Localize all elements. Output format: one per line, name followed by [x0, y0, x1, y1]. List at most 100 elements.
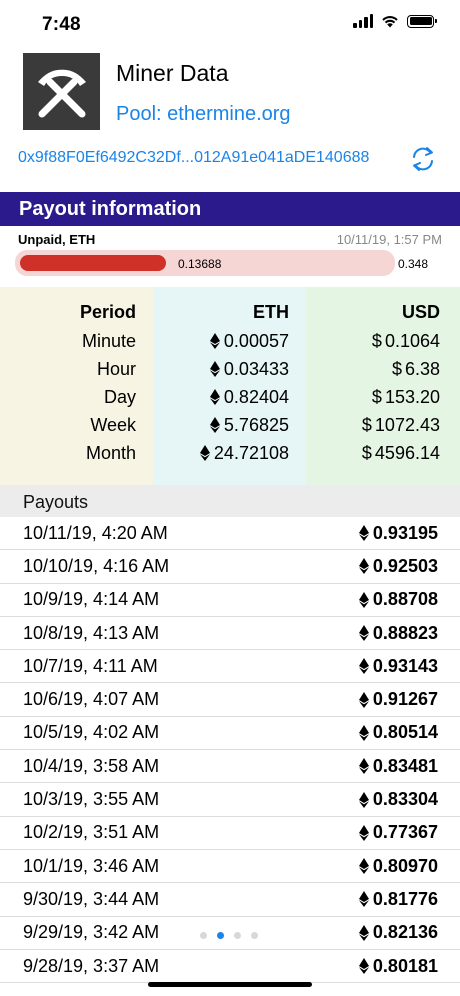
status-icons — [353, 14, 437, 28]
eth-icon — [358, 958, 369, 974]
eth-icon — [358, 691, 369, 708]
payout-amount: 0.77367 — [358, 822, 438, 843]
eth-cell: 0.82404 — [153, 383, 306, 411]
app-title: Miner Data — [116, 60, 229, 86]
payout-amount-value: 0.80514 — [372, 722, 438, 743]
dollar-icon: $ — [371, 330, 382, 351]
eth-cell: 5.76825 — [153, 411, 306, 439]
page-indicator[interactable] — [200, 932, 258, 939]
eth-icon — [358, 525, 369, 542]
earnings-table: Period Minute Hour Day Week Month ETH 0.… — [0, 287, 460, 485]
period-header: Period — [79, 301, 136, 322]
payout-info-header: Payout information — [0, 192, 460, 226]
eth-column: ETH 0.00057 0.03433 0.82404 5.76825 24.7… — [153, 287, 306, 485]
period-cell: Minute — [81, 330, 136, 351]
usd-header: USD — [401, 301, 440, 322]
unpaid-current: 0.13688 — [178, 257, 222, 271]
payouts-list[interactable]: 10/11/19, 4:20 AM 0.93195 10/10/19, 4:16 A… — [0, 517, 460, 984]
payout-date: 10/5/19, 4:02 AM — [23, 722, 160, 743]
usd-value: 6.38 — [404, 358, 440, 379]
usd-cell: $1072.43 — [306, 411, 460, 439]
dollar-icon: $ — [371, 386, 382, 407]
payout-row[interactable]: 10/6/19, 4:07 AM 0.91267 — [0, 683, 460, 717]
payout-row[interactable]: 10/11/19, 4:20 AM 0.93195 — [0, 517, 460, 551]
page-dot[interactable] — [234, 932, 241, 939]
payout-amount: 0.88823 — [358, 622, 438, 644]
payout-threshold: 0.348 — [398, 257, 429, 271]
eth-icon — [358, 824, 369, 841]
payout-row[interactable]: 10/5/19, 4:02 AM 0.80514 — [0, 717, 460, 751]
payout-amount-value: 0.88708 — [372, 589, 438, 610]
payout-row[interactable]: 10/1/19, 3:46 AM 0.80970 — [0, 850, 460, 884]
payout-amount: 0.93195 — [358, 522, 438, 544]
eth-icon — [209, 417, 220, 433]
payout-row[interactable]: 10/4/19, 3:58 AM 0.83481 — [0, 750, 460, 784]
unpaid-label: Unpaid, ETH — [18, 232, 96, 247]
payout-amount-value: 0.88823 — [372, 622, 438, 643]
payout-amount: 0.92503 — [358, 555, 438, 577]
payout-amount: 0.91267 — [358, 689, 438, 710]
payout-row[interactable]: 10/8/19, 4:13 AM 0.88823 — [0, 617, 460, 651]
payout-row[interactable]: 10/7/19, 4:11 AM 0.93143 — [0, 650, 460, 684]
usd-value: 4596.14 — [374, 442, 440, 463]
payout-amount-value: 0.83481 — [372, 755, 438, 776]
payout-date: 10/11/19, 4:20 AM — [23, 522, 168, 543]
pool-link[interactable]: Pool: ethermine.org — [116, 103, 291, 126]
unpaid-updated: 10/11/19, 1:57 PM — [336, 232, 442, 247]
payout-date: 10/9/19, 4:14 AM — [23, 589, 160, 610]
payout-amount-value: 0.93195 — [372, 522, 438, 543]
payout-amount-value: 0.77367 — [372, 822, 438, 843]
payout-amount-value: 0.93143 — [372, 655, 438, 676]
wallet-address[interactable]: 0x9f88F0Ef6492C32Df...012A91e041aDE14068… — [18, 149, 369, 167]
payout-date: 10/4/19, 3:58 AM — [23, 755, 160, 776]
usd-column: USD $0.1064 $6.38 $153.20 $1072.43 $4596… — [306, 287, 460, 485]
payout-row[interactable]: 10/2/19, 3:51 AM 0.77367 — [0, 817, 460, 850]
eth-cell: 0.03433 — [153, 355, 306, 383]
payout-amount-value: 0.80970 — [372, 855, 438, 876]
eth-value: 0.00057 — [223, 330, 289, 351]
eth-icon — [358, 591, 369, 608]
period-column: Period Minute Hour Day Week Month — [0, 287, 153, 485]
home-indicator[interactable] — [148, 982, 312, 987]
page-dot[interactable] — [251, 932, 258, 939]
payout-date: 10/6/19, 4:07 AM — [23, 689, 160, 710]
wifi-icon — [382, 16, 398, 28]
app-logo — [23, 53, 100, 130]
payout-amount: 0.80181 — [358, 956, 438, 977]
eth-icon — [209, 389, 220, 405]
eth-cell: 24.72108 — [153, 439, 306, 467]
usd-cell: $6.38 — [306, 355, 460, 383]
page-dot[interactable] — [217, 932, 224, 939]
payout-amount-value: 0.82136 — [372, 922, 438, 943]
eth-icon — [358, 558, 369, 575]
payout-amount: 0.82136 — [358, 922, 438, 943]
payout-row[interactable]: 9/30/19, 3:44 AM 0.81776 — [0, 883, 460, 917]
payout-row[interactable]: 10/9/19, 4:14 AM 0.88708 — [0, 584, 460, 617]
eth-value: 5.76825 — [223, 414, 289, 435]
eth-value: 24.72108 — [213, 442, 289, 463]
payout-date: 9/29/19, 3:42 AM — [23, 922, 160, 943]
dollar-icon: $ — [391, 358, 402, 379]
payout-amount-value: 0.92503 — [372, 555, 438, 576]
payout-row[interactable]: 9/28/19, 3:37 AM 0.80181 — [0, 950, 460, 984]
eth-icon — [358, 924, 369, 941]
period-cell: Day — [103, 386, 136, 407]
period-cell: Hour — [96, 358, 136, 379]
payout-amount: 0.83481 — [358, 755, 438, 777]
payout-amount-value: 0.83304 — [372, 789, 438, 810]
page-dot[interactable] — [200, 932, 207, 939]
usd-cell: $0.1064 — [306, 327, 460, 355]
payout-amount: 0.81776 — [358, 889, 438, 910]
payout-amount: 0.80970 — [358, 855, 438, 877]
status-bar: 7:48 — [0, 0, 460, 48]
eth-value: 0.03433 — [223, 358, 289, 379]
payout-date: 10/10/19, 4:16 AM — [23, 555, 170, 576]
eth-icon — [209, 333, 220, 349]
payout-row[interactable]: 10/3/19, 3:55 AM 0.83304 — [0, 783, 460, 817]
eth-icon — [358, 724, 369, 741]
eth-header: ETH — [253, 301, 289, 322]
eth-icon — [358, 791, 369, 808]
eth-icon — [209, 361, 220, 377]
refresh-icon[interactable] — [410, 145, 436, 173]
payout-row[interactable]: 10/10/19, 4:16 AM 0.92503 — [0, 550, 460, 584]
